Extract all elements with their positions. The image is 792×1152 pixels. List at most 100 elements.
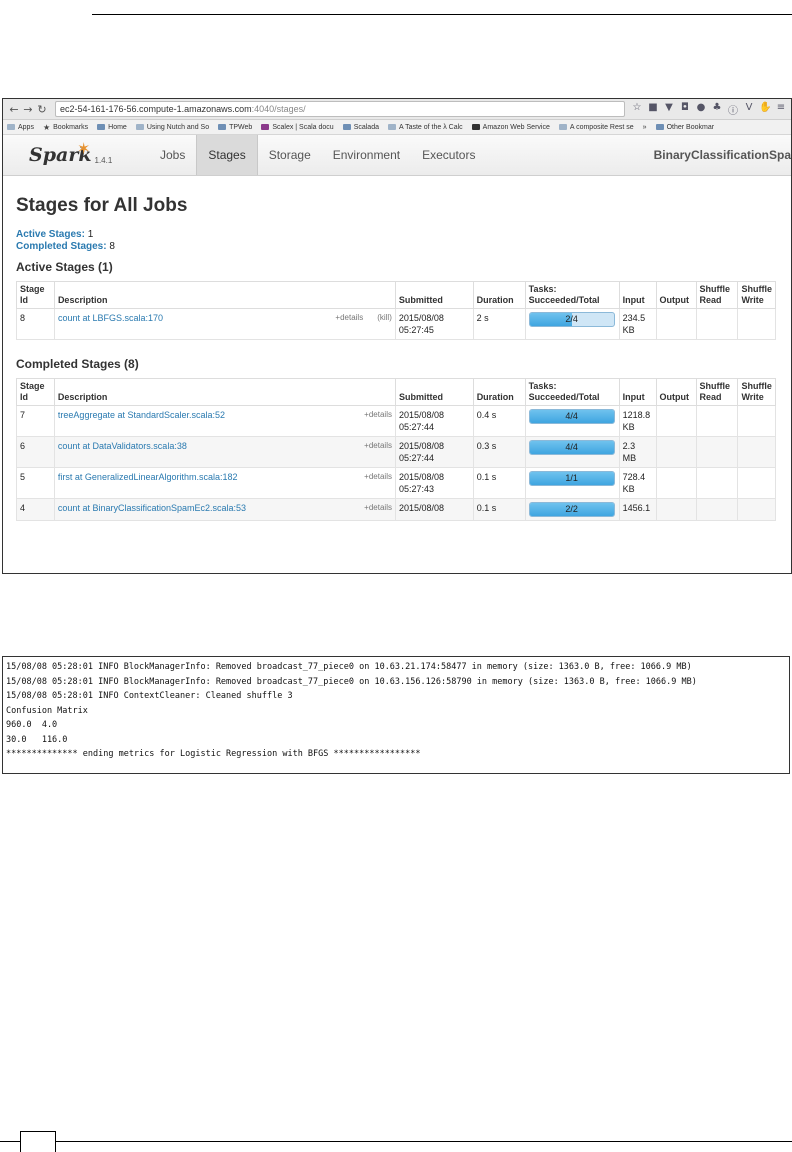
evernote-icon[interactable]: ● — [695, 102, 707, 117]
stage-row: 7 +details treeAggregate at StandardScaler… — [16, 405, 776, 437]
folder-icon — [97, 124, 106, 130]
tab-executors[interactable]: Executors — [411, 135, 486, 175]
th-shuffle-read[interactable]: Shuffle Read — [695, 378, 739, 406]
bookmark-overflow[interactable]: » — [643, 124, 647, 131]
bookmark-rest[interactable]: A composite Rest se — [558, 124, 634, 131]
th-shuffle-read-line1: Shuffle — [699, 381, 731, 391]
completed-stages-link[interactable]: Completed Stages: — [16, 241, 107, 252]
app-name: BinaryClassificationSpa — [653, 148, 791, 162]
stage-output — [655, 436, 697, 468]
details-link[interactable]: +details — [335, 313, 363, 322]
pocket-icon[interactable]: ▼ — [663, 102, 675, 117]
kill-link[interactable]: (kill) — [377, 313, 392, 322]
active-stages-link[interactable]: Active Stages: — [16, 229, 85, 240]
stage-input: 728.4 KB — [618, 467, 657, 499]
input-line2: KB — [622, 422, 635, 432]
extension-icon[interactable]: ■ — [647, 102, 659, 117]
stage-duration: 0.1 s — [472, 498, 526, 521]
th-stage-id-line2: Id — [20, 295, 28, 305]
bookmark-tpweb[interactable]: TPWeb — [218, 124, 252, 131]
reload-icon[interactable]: ↻ — [35, 103, 49, 116]
th-input[interactable]: Input — [618, 281, 657, 309]
details-link[interactable]: +details — [364, 503, 392, 512]
back-arrow-icon[interactable]: ← — [7, 103, 21, 116]
stage-shuffle-write — [737, 498, 776, 521]
extension-icons: ☆ ■ ▼ ◘ ● ♣ ⓘ V ✋ ≡ — [631, 102, 787, 117]
tab-jobs[interactable]: Jobs — [149, 135, 196, 175]
shield-icon[interactable]: ◘ — [679, 102, 691, 117]
bookmark-home[interactable]: Home — [97, 124, 127, 131]
forward-arrow-icon[interactable]: → — [21, 103, 35, 116]
stages-content: Stages for All Jobs Active Stages: 1 Com… — [3, 195, 791, 521]
bookmark-nutch[interactable]: Using Nutch and So — [135, 124, 209, 131]
submitted-line2: 05:27:45 — [398, 325, 434, 335]
th-shuffle-write-line2: Write — [741, 295, 764, 305]
th-submitted[interactable]: Submitted — [394, 378, 474, 406]
th-description[interactable]: Description — [53, 378, 396, 406]
stage-description-link[interactable]: first at GeneralizedLinearAlgorithm.scal… — [58, 472, 238, 482]
th-tasks[interactable]: Tasks: Succeeded/Total — [524, 281, 620, 309]
address-bar[interactable]: ec2-54-161-176-56.compute-1.amazonaws.co… — [55, 101, 625, 117]
stage-submitted: 2015/08/08 05:27:43 — [394, 467, 474, 499]
stage-duration: 0.1 s — [472, 467, 526, 499]
th-submitted[interactable]: Submitted — [394, 281, 474, 309]
tab-stages[interactable]: Stages — [196, 135, 258, 175]
th-tasks-line1: Tasks: — [528, 381, 557, 391]
th-stage-id-line1: Stage — [20, 284, 45, 294]
bookmark-other[interactable]: Other Bookmar — [655, 124, 714, 131]
th-shuffle-write[interactable]: Shuffle Write — [737, 378, 776, 406]
leaf-icon[interactable]: ♣ — [711, 102, 723, 117]
stage-description-link[interactable]: count at BinaryClassificationSpamEc2.sca… — [58, 503, 246, 513]
th-description[interactable]: Description — [53, 281, 396, 309]
th-stage-id-line1: Stage — [20, 381, 45, 391]
vimeo-icon[interactable]: V — [743, 102, 755, 117]
stage-duration: 2 s — [472, 308, 526, 340]
th-tasks-line2: Succeeded/Total — [528, 295, 600, 305]
stage-shuffle-read — [695, 436, 739, 468]
stage-description-link[interactable]: count at LBFGS.scala:170 — [58, 313, 163, 323]
console-line: ************** ending metrics for Logist… — [6, 749, 421, 759]
completed-stages-summary: Completed Stages: 8 — [16, 241, 778, 253]
star-icon: ★ — [42, 122, 51, 132]
submitted-line2: 05:27:44 — [398, 422, 435, 432]
details-link[interactable]: +details — [364, 410, 392, 419]
th-shuffle-read[interactable]: Shuffle Read — [695, 281, 739, 309]
bookmark-apps[interactable]: Apps — [7, 124, 34, 131]
folder-icon — [218, 124, 227, 130]
hand-icon[interactable]: ✋ — [759, 102, 771, 117]
details-link[interactable]: +details — [364, 472, 392, 481]
th-duration[interactable]: Duration — [472, 378, 526, 406]
th-output[interactable]: Output — [655, 281, 697, 309]
stage-row: 5 +details first at GeneralizedLinearAlgor… — [16, 467, 776, 499]
th-shuffle-write[interactable]: Shuffle Write — [737, 281, 776, 309]
bookmark-scalada[interactable]: Scalada — [342, 124, 379, 131]
spark-logo[interactable]: Spark ✶ 1.4.1 — [3, 135, 149, 175]
info-icon[interactable]: ⓘ — [727, 102, 739, 117]
bookmark-star-icon[interactable]: ☆ — [631, 102, 643, 117]
th-stage-id[interactable]: Stage Id — [16, 378, 55, 406]
th-input[interactable]: Input — [618, 378, 657, 406]
stage-description-link[interactable]: count at DataValidators.scala:38 — [58, 441, 187, 451]
stage-input: 1456.1 — [618, 498, 657, 521]
folder-icon — [655, 124, 664, 130]
active-stages-heading: Active Stages (1) — [16, 260, 113, 274]
bookmark-bookmarks[interactable]: ★ Bookmarks — [43, 123, 88, 132]
th-tasks[interactable]: Tasks: Succeeded/Total — [524, 378, 620, 406]
amazon-icon — [471, 124, 480, 130]
th-stage-id[interactable]: Stage Id — [16, 281, 55, 309]
th-duration[interactable]: Duration — [472, 281, 526, 309]
menu-icon[interactable]: ≡ — [775, 102, 787, 117]
input-line2: KB — [622, 484, 635, 494]
bookmark-lambda[interactable]: A Taste of the λ Calc — [387, 124, 463, 131]
stage-duration: 0.3 s — [472, 436, 526, 468]
details-link[interactable]: +details — [364, 441, 392, 450]
stage-description-link[interactable]: treeAggregate at StandardScaler.scala:52 — [58, 410, 225, 420]
console-line: 960.0 4.0 — [6, 720, 58, 730]
submitted-line1: 2015/08/08 — [398, 313, 444, 323]
th-tasks-line1: Tasks: — [528, 284, 557, 294]
tab-storage[interactable]: Storage — [258, 135, 322, 175]
bookmark-scalex[interactable]: Scalex | Scala docu — [261, 124, 334, 131]
th-output[interactable]: Output — [655, 378, 697, 406]
bookmark-aws[interactable]: Amazon Web Service — [471, 124, 550, 131]
tab-environment[interactable]: Environment — [322, 135, 411, 175]
